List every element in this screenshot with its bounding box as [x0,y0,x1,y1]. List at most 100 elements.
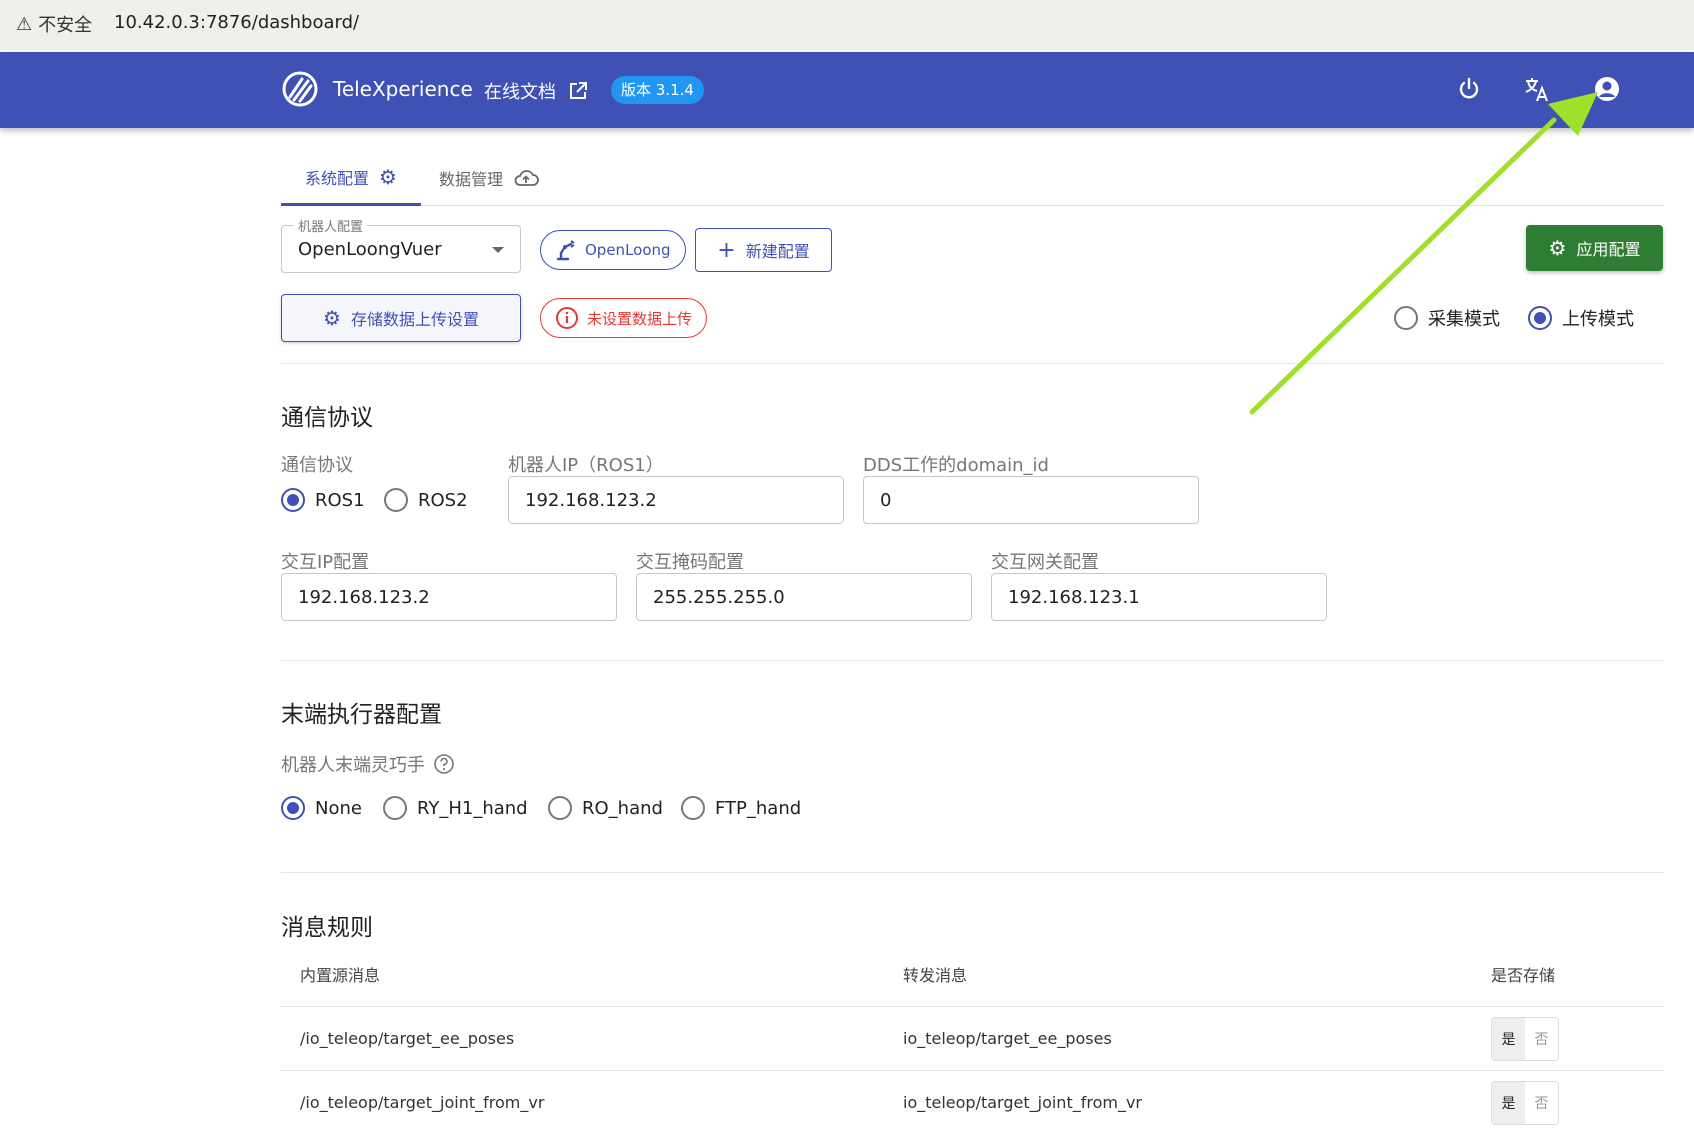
interaction-mask-input[interactable]: 255.255.255.0 [636,573,972,621]
online-docs-label: 在线文档 [484,82,556,103]
interaction-gateway-input[interactable]: 192.168.123.1 [991,573,1327,621]
column-header-store: 是否存储 [1491,966,1556,985]
tab-system-config[interactable]: 系统配置 ⚙ [281,150,421,206]
radio-label: RY_H1_hand [417,797,528,819]
table-row: /io_teleop/target_ee_poses io_teleop/tar… [281,1006,1664,1070]
translate-button[interactable] [1520,72,1554,106]
account-icon [1595,77,1619,101]
store-toggle: 是 否 [1491,1081,1559,1125]
section-title-comm: 通信协议 [281,405,373,431]
warning-icon: ⚠ [16,13,33,35]
interaction-ip-label: 交互IP配置 [281,552,370,573]
power-icon [1459,77,1479,99]
translate-icon [1525,78,1548,102]
security-warning[interactable]: ⚠ 不安全 [16,11,92,37]
radio-circle [1528,306,1552,330]
url-text[interactable]: 10.42.0.3:7876/dashboard/ [114,12,359,33]
security-label: 不安全 [38,15,93,36]
radio-circle [384,488,408,512]
radio-label: 上传模式 [1562,309,1634,330]
gear-icon: ⚙ [1548,236,1567,260]
radio-label: ROS1 [315,489,365,511]
radio-circle [281,488,305,512]
forward-message: io_teleop/target_joint_from_vr [903,1093,1142,1112]
radio-label: FTP_hand [715,797,802,819]
hand-ro-radio[interactable]: RO_hand [548,796,663,820]
hand-ry-h1-radio[interactable]: RY_H1_hand [383,796,528,820]
robot-ip-label: 机器人IP（ROS1） [508,455,664,476]
store-no-button[interactable]: 否 [1525,1018,1558,1060]
protocol-label: 通信协议 [281,455,353,476]
robot-ip-input[interactable]: 192.168.123.2 [508,476,844,524]
radio-label: RO_hand [582,797,663,819]
section-divider [281,363,1664,364]
telexperience-logo-icon [282,71,318,107]
radio-circle [681,796,705,820]
radio-label: None [315,797,362,819]
gear-icon: ⚙ [379,164,397,189]
apply-config-label: 应用配置 [1576,240,1641,259]
power-button[interactable] [1452,72,1486,106]
hand-none-radio[interactable]: None [281,796,362,820]
storage-upload-settings-button[interactable]: ⚙ 存储数据上传设置 [281,294,521,342]
robot-config-value: OpenLoongVuer [298,239,442,260]
external-link-icon [570,82,587,99]
table-row: /io_teleop/target_joint_from_vr io_teleo… [281,1070,1664,1134]
column-header-forward: 转发消息 [903,966,968,985]
version-badge: 版本 3.1.4 [611,76,704,104]
store-yes-button[interactable]: 是 [1492,1082,1525,1124]
plus-icon: + [717,237,736,263]
store-yes-button[interactable]: 是 [1492,1018,1525,1060]
new-config-button[interactable]: + 新建配置 [695,228,832,272]
section-title-rules: 消息规则 [281,915,373,941]
source-message: /io_teleop/target_ee_poses [300,1029,515,1048]
tab-data-management[interactable]: 数据管理 [439,150,559,206]
radio-circle [1394,306,1418,330]
robot-config-label: 机器人配置 [294,216,368,235]
account-button[interactable] [1590,72,1624,106]
radio-circle [548,796,572,820]
apply-config-button[interactable]: ⚙ 应用配置 [1526,225,1663,271]
store-toggle: 是 否 [1491,1017,1559,1061]
upload-warning-label: 未设置数据上传 [587,309,693,328]
mode-upload-radio[interactable]: 上传模式 [1528,305,1634,331]
forward-message: io_teleop/target_ee_poses [903,1029,1112,1048]
radio-label: ROS2 [418,489,468,511]
source-message: /io_teleop/target_joint_from_vr [300,1093,545,1112]
store-no-button[interactable]: 否 [1525,1082,1558,1124]
browser-address-bar: ⚠ 不安全 10.42.0.3:7876/dashboard/ [0,0,1694,50]
storage-upload-label: 存储数据上传设置 [350,310,479,329]
radio-circle [383,796,407,820]
radio-circle [281,796,305,820]
tab-label: 数据管理 [439,170,504,189]
robot-badge[interactable]: OpenLoong [540,230,686,270]
info-icon [556,307,578,329]
interaction-ip-input[interactable]: 192.168.123.2 [281,573,617,621]
online-docs-link[interactable]: 在线文档 [484,78,588,104]
gear-icon: ⚙ [323,306,341,330]
help-icon[interactable] [433,753,455,775]
tab-bar: 系统配置 ⚙ 数据管理 [281,150,1664,206]
hand-ftp-radio[interactable]: FTP_hand [681,796,801,820]
section-title-effector: 末端执行器配置 [281,702,442,728]
upload-warning-badge[interactable]: 未设置数据上传 [540,298,708,338]
robot-badge-label: OpenLoong [585,241,671,259]
interaction-mask-label: 交互掩码配置 [636,552,744,573]
radio-label: 采集模式 [1428,309,1500,330]
section-divider [281,872,1664,873]
tab-label: 系统配置 [305,168,370,188]
protocol-ros2-radio[interactable]: ROS2 [384,488,468,512]
domain-id-input[interactable]: 0 [863,476,1199,524]
cloud-upload-icon [514,170,539,186]
section-divider [281,660,1664,661]
hand-label: 机器人末端灵巧手 [281,755,425,776]
column-header-source: 内置源消息 [300,966,381,985]
robot-config-select[interactable]: 机器人配置 OpenLoongVuer [281,216,521,273]
protocol-ros1-radio[interactable]: ROS1 [281,488,365,512]
mode-collect-radio[interactable]: 采集模式 [1394,305,1500,331]
new-config-label: 新建配置 [745,242,810,261]
hand-label-row: 机器人末端灵巧手 [281,751,455,777]
domain-id-label: DDS工作的domain_id [863,455,1049,476]
app-header: TeleXperience 在线文档 版本 3.1.4 [0,52,1694,128]
interaction-gateway-label: 交互网关配置 [991,552,1099,573]
